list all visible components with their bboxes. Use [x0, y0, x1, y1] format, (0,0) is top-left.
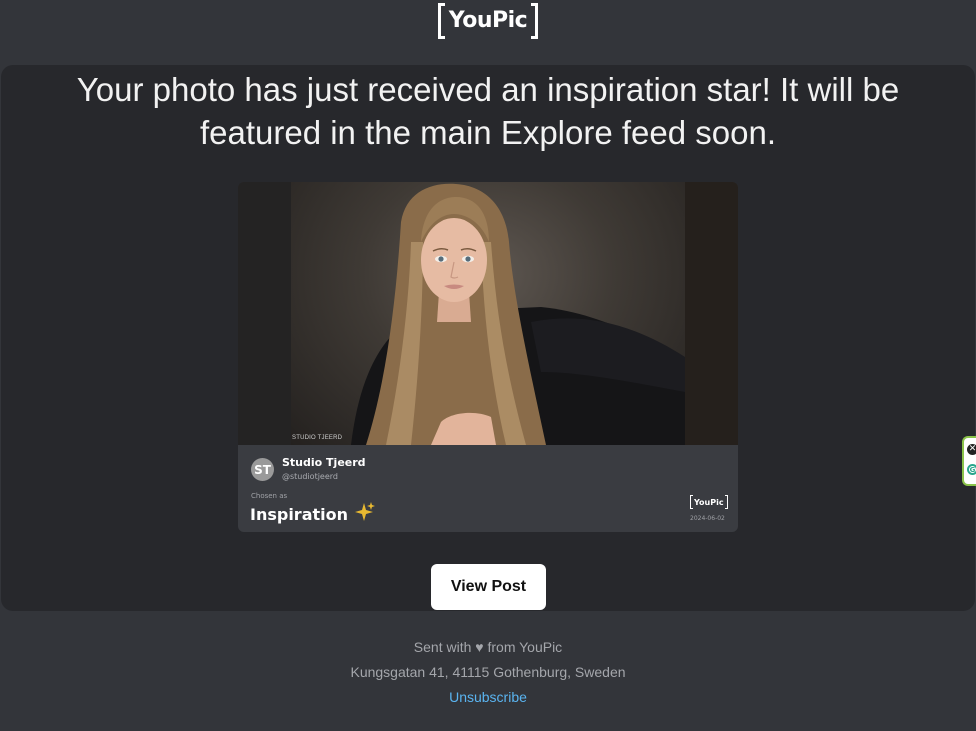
mini-logo-wordmark: YouPic: [694, 497, 724, 507]
youpic-mini-logo: YouPic: [690, 495, 728, 509]
logo-bracket-left: [437, 3, 445, 39]
close-icon[interactable]: ✕: [967, 444, 976, 455]
email-page: YouPic Your photo has just received an i…: [0, 0, 976, 731]
photo-border-right: [685, 182, 738, 445]
youpic-logo[interactable]: YouPic: [437, 3, 539, 39]
footer-sent-with: Sent with ♥ from YouPic: [413, 639, 563, 655]
extension-logo-icon[interactable]: G: [967, 464, 976, 475]
unsubscribe-link[interactable]: Unsubscribe: [0, 689, 976, 705]
avatar[interactable]: ST: [251, 458, 274, 481]
footer-address: Kungsgatan 41, 41115 Gothenburg, Sweden: [350, 664, 626, 680]
author-name[interactable]: Studio Tjeerd: [282, 456, 366, 469]
photo-watermark: STUDIO TJEERD: [292, 435, 343, 441]
award-title: Inspiration: [250, 501, 376, 527]
post-preview-card[interactable]: STUDIO TJEERD ST Studio Tjeerd @studiotj…: [238, 182, 738, 532]
photo-border-left: [238, 182, 291, 445]
sparkle-icon: [354, 501, 376, 527]
award-label: Inspiration: [250, 504, 349, 524]
headline: Your photo has just received an inspirat…: [76, 71, 900, 151]
mini-logo-bracket-right: [724, 495, 728, 509]
extension-widget[interactable]: ✕ G: [962, 436, 976, 486]
post-photo[interactable]: STUDIO TJEERD: [238, 182, 738, 445]
author-handle: @studiotjeerd: [282, 472, 338, 481]
logo-bracket-right: [531, 3, 539, 39]
chosen-as-label: Chosen as: [251, 492, 288, 500]
post-date: 2024-06-02: [690, 515, 725, 522]
notification-card: Your photo has just received an inspirat…: [1, 65, 975, 611]
view-post-button[interactable]: View Post: [431, 564, 546, 610]
portrait-illustration: [351, 183, 685, 445]
logo-wordmark: YouPic: [448, 8, 528, 33]
